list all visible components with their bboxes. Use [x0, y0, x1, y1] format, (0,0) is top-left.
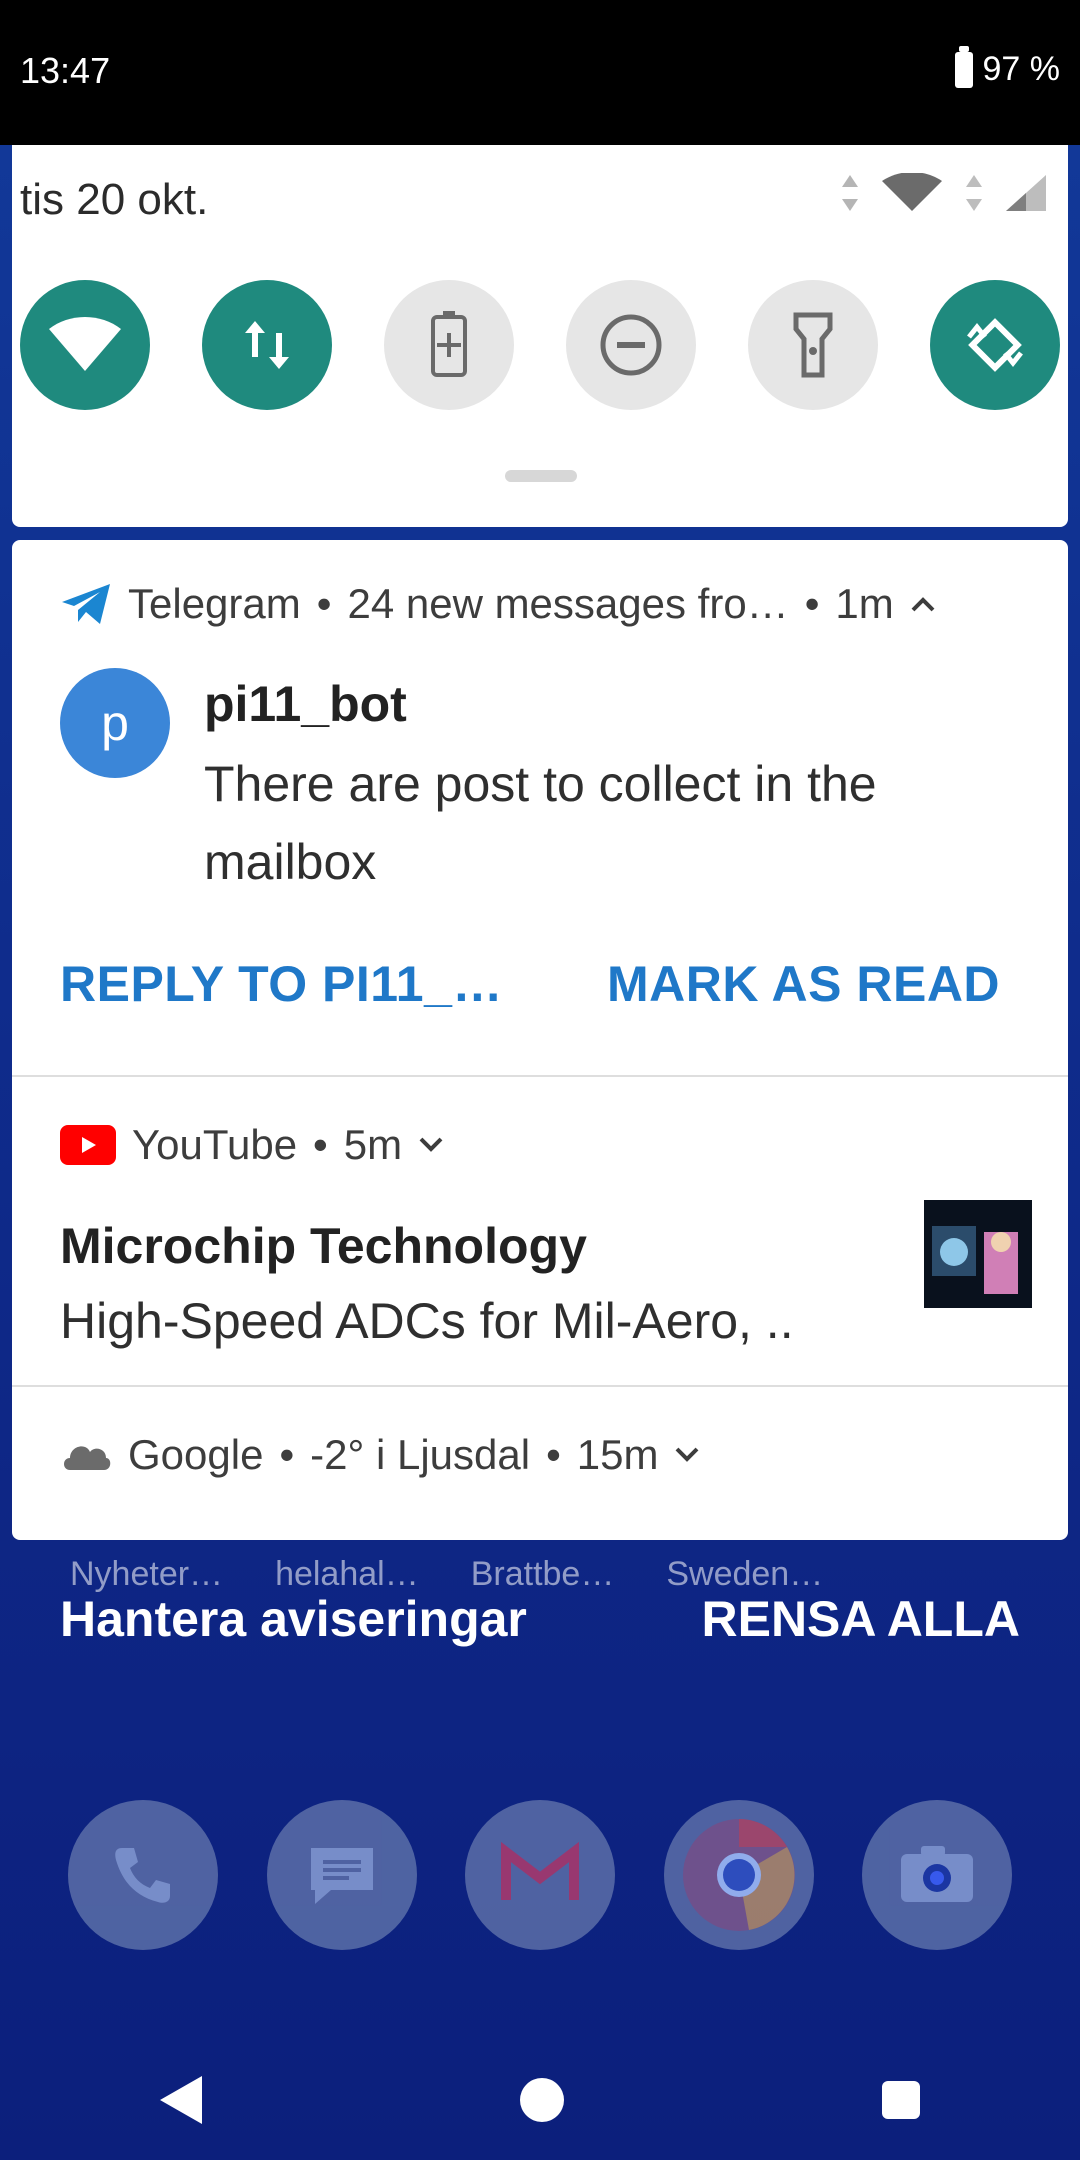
- youtube-icon: [60, 1125, 116, 1165]
- telegram-notification[interactable]: Telegram • 24 new messages fro… • 1m p p…: [12, 540, 1068, 1075]
- google-notification[interactable]: Google • -2° i Ljusdal • 15m: [12, 1385, 1068, 1540]
- battery-percent: 97 %: [982, 50, 1061, 88]
- reply-button[interactable]: REPLY TO PI11_…: [60, 955, 503, 1013]
- telegram-summary: 24 new messages fro…: [347, 580, 789, 627]
- google-app-name: Google: [128, 1431, 264, 1478]
- status-right: 97 %: [954, 45, 1061, 89]
- youtube-time: 5m: [343, 1121, 403, 1168]
- wifi-icon: [882, 173, 942, 211]
- tile-auto-rotate[interactable]: [930, 280, 1060, 410]
- arrows-updown-icon: [966, 175, 982, 211]
- back-icon[interactable]: [154, 2070, 208, 2130]
- separator-dot: •: [313, 1121, 328, 1168]
- google-time: 15m: [576, 1431, 659, 1478]
- quick-settings-status-icons: [838, 173, 1048, 213]
- youtube-thumbnail: [924, 1200, 1032, 1308]
- quick-settings-panel: tis 20 okt.: [12, 145, 1068, 527]
- google-header: Google • -2° i Ljusdal • 15m: [60, 1431, 700, 1479]
- telegram-app-name: Telegram: [128, 580, 301, 627]
- youtube-title: Microchip Technology: [60, 1218, 587, 1274]
- battery-icon: [954, 45, 973, 88]
- chevron-down-icon[interactable]: [674, 1445, 700, 1465]
- youtube-header: YouTube • 5m: [60, 1121, 444, 1169]
- recents-icon[interactable]: [876, 2075, 926, 2125]
- wifi-tile-icon: [49, 317, 121, 371]
- telegram-sender: pi11_bot: [204, 676, 407, 732]
- chevron-down-icon[interactable]: [418, 1135, 444, 1155]
- youtube-app-name: YouTube: [132, 1121, 298, 1168]
- cloud-icon: [64, 1446, 111, 1470]
- chrome-app-icon[interactable]: [663, 1800, 814, 1950]
- battery-saver-icon: [431, 311, 467, 377]
- faded-label: Sweden…: [666, 1555, 824, 1593]
- youtube-notification[interactable]: YouTube • 5m Microchip Technology High-S…: [12, 1075, 1068, 1387]
- flashlight-icon: [793, 312, 833, 378]
- tile-battery-saver[interactable]: [384, 280, 514, 410]
- telegram-avatar: p: [60, 668, 170, 778]
- separator-dot: •: [279, 1431, 295, 1478]
- clear-all-button[interactable]: RENSA ALLA: [701, 1590, 1020, 1648]
- cellular-signal-icon: [1006, 175, 1046, 211]
- signal-arrows-icon: [842, 175, 858, 211]
- minus-circle-icon: [600, 314, 662, 376]
- youtube-body: High-Speed ADCs for Mil-Aero, ..: [60, 1293, 794, 1349]
- separator-dot: •: [316, 580, 332, 627]
- rotate-icon: [967, 318, 1023, 372]
- telegram-time: 1m: [835, 580, 894, 627]
- status-bar: 13:47 97 %: [0, 0, 1080, 145]
- tile-mobile-data[interactable]: [202, 280, 332, 410]
- phone-icon: [115, 1848, 170, 1903]
- thumbnail-image: [924, 1200, 1032, 1308]
- separator-dot: •: [804, 580, 820, 627]
- quick-settings-tiles: [20, 280, 1060, 410]
- faded-label: Brattbe…: [470, 1555, 615, 1593]
- status-time: 13:47: [20, 50, 111, 91]
- data-transfer-icon: [245, 321, 289, 369]
- notification-footer: Nyheter… helahal… Brattbe… Sweden… Hante…: [0, 1555, 1080, 1665]
- telegram-message: There are post to collect in the mailbox: [204, 756, 877, 890]
- phone-app-icon[interactable]: [68, 1800, 218, 1950]
- camera-icon: [901, 1846, 973, 1902]
- gmail-icon: [501, 1841, 579, 1900]
- separator-dot: •: [546, 1431, 561, 1478]
- messages-icon: [310, 1848, 373, 1904]
- manage-notifications-button[interactable]: Hantera aviseringar: [60, 1590, 527, 1648]
- telegram-header: Telegram • 24 new messages fro… • 1m: [60, 580, 936, 628]
- home-icon[interactable]: [517, 2075, 567, 2125]
- camera-app-icon[interactable]: [862, 1800, 1012, 1950]
- notification-card: Telegram • 24 new messages fro… • 1m p p…: [12, 540, 1068, 1540]
- faded-label: helahal…: [275, 1555, 419, 1593]
- telegram-icon: [62, 584, 110, 624]
- tile-flashlight[interactable]: [748, 280, 878, 410]
- tile-wifi[interactable]: [20, 280, 150, 410]
- faded-label: Nyheter…: [70, 1555, 224, 1593]
- home-faded-labels: Nyheter… helahal… Brattbe… Sweden…: [70, 1555, 823, 1594]
- navigation-bar: [0, 2040, 1080, 2160]
- messages-app-icon[interactable]: [266, 1800, 417, 1950]
- google-summary: -2° i Ljusdal: [310, 1431, 531, 1478]
- quick-settings-date[interactable]: tis 20 okt.: [20, 175, 208, 225]
- chrome-icon: [682, 1819, 795, 1931]
- quick-settings-drag-handle[interactable]: [505, 470, 577, 482]
- gmail-app-icon[interactable]: [465, 1800, 615, 1950]
- mark-as-read-button[interactable]: MARK AS READ: [607, 955, 1000, 1013]
- tile-do-not-disturb[interactable]: [566, 280, 696, 410]
- home-dock: [0, 1800, 1080, 1950]
- chevron-up-icon[interactable]: [910, 594, 936, 614]
